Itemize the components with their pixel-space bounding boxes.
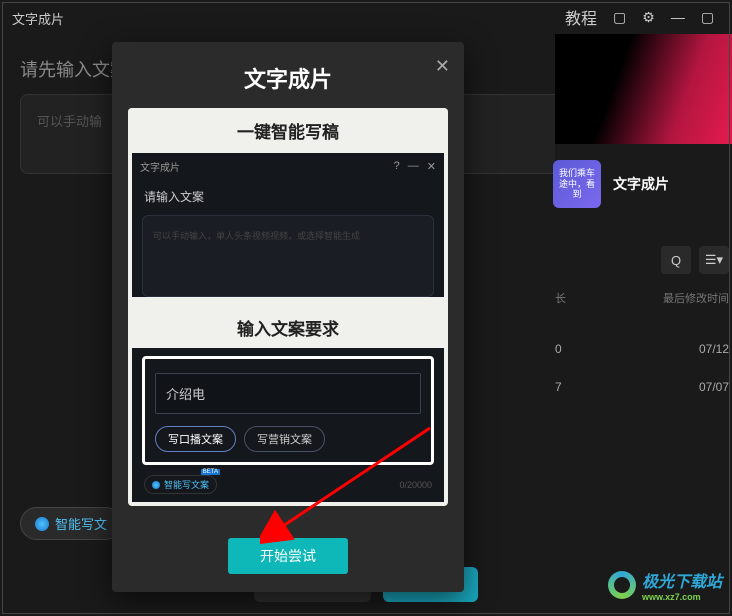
cell-duration: 0 bbox=[555, 342, 562, 356]
preview-block1: 文字成片 ? — ✕ 请输入文案 可以手动输入，单人头条视频视频，或选择智能生成 bbox=[132, 153, 444, 297]
mini-smart-label: 智能写文案 bbox=[164, 478, 209, 491]
smart-write-button[interactable]: 智能写文 B bbox=[20, 507, 122, 540]
cell-date: 07/07 bbox=[699, 380, 729, 394]
modal-close-icon[interactable]: ✕ bbox=[435, 56, 450, 77]
maximize-icon[interactable]: ▢ bbox=[701, 9, 714, 26]
mini-smart-button: 智能写文案 BETA bbox=[144, 475, 217, 494]
demo-input: 介绍电 bbox=[155, 373, 421, 414]
feature-thumbnail: 我们乘车途中，看到 bbox=[553, 160, 601, 208]
data-rows: 0 07/12 7 07/07 bbox=[555, 330, 729, 406]
mini-help-icon: ? bbox=[394, 160, 400, 173]
preview-image: 一键智能写稿 文字成片 ? — ✕ 请输入文案 可以手动输入，单人头条视频视频，… bbox=[128, 108, 448, 506]
cell-date: 07/12 bbox=[699, 342, 729, 356]
mini-ghost-text: 可以手动输入，单人头条视频视频，或选择智能生成 bbox=[153, 231, 360, 241]
table-row[interactable]: 7 07/07 bbox=[555, 368, 729, 406]
modal-body: 一键智能写稿 文字成片 ? — ✕ 请输入文案 可以手动输入，单人头条视频视频，… bbox=[112, 108, 464, 522]
input-placeholder: 可以手动输 bbox=[37, 114, 102, 129]
sort-icon[interactable]: ☰▾ bbox=[699, 246, 729, 274]
cell-duration: 7 bbox=[555, 380, 562, 394]
col-modified: 最后修改时间 bbox=[663, 290, 729, 306]
modal-header: 文字成片 ✕ bbox=[112, 42, 464, 108]
smart-dot-icon bbox=[35, 517, 49, 531]
chat-icon[interactable]: ▢ bbox=[613, 9, 626, 26]
mini-title: 文字成片 bbox=[140, 159, 180, 174]
start-try-button[interactable]: 开始尝试 bbox=[228, 538, 348, 574]
watermark: 极光下载站 www.xz7.com bbox=[608, 568, 722, 602]
mini-titlebar: 文字成片 ? — ✕ bbox=[132, 153, 444, 180]
watermark-text: 极光下载站 bbox=[642, 574, 722, 591]
section1-title: 一键智能写稿 bbox=[128, 108, 448, 153]
mini-input-card: 可以手动输入，单人头条视频视频，或选择智能生成 bbox=[142, 215, 434, 297]
feature-card[interactable]: 我们乘车途中，看到 文字成片 bbox=[553, 160, 669, 208]
watermark-logo-icon bbox=[608, 571, 636, 599]
mini-prompt: 请输入文案 bbox=[132, 180, 444, 211]
chip-marketing: 写营销文案 bbox=[244, 426, 325, 452]
section2-title: 输入文案要求 bbox=[128, 307, 448, 348]
onboarding-modal: 文字成片 ✕ 一键智能写稿 文字成片 ? — ✕ 请输入文案 可以手动输入，单人… bbox=[112, 42, 464, 592]
settings-icon[interactable]: ⚙ bbox=[642, 9, 655, 26]
banner-gradient bbox=[555, 34, 732, 144]
table-row[interactable]: 0 07/12 bbox=[555, 330, 729, 368]
minimize-icon[interactable]: — bbox=[671, 9, 685, 25]
chip-script: 写口播文案 bbox=[155, 426, 236, 452]
tutorial-label[interactable]: 教程 bbox=[565, 5, 597, 29]
feature-label: 文字成片 bbox=[613, 174, 669, 194]
right-top-strip: 教程 ▢ ⚙ — ▢ bbox=[555, 0, 732, 34]
modal-title: 文字成片 bbox=[244, 62, 332, 94]
column-headers: 长 最后修改时间 bbox=[555, 290, 729, 306]
window-title: 文字成片 bbox=[12, 9, 64, 28]
mini-dot-icon bbox=[152, 481, 160, 489]
highlighted-input-frame: 介绍电 写口播文案 写营销文案 bbox=[142, 356, 434, 465]
right-toolbar: Q ☰▾ bbox=[661, 246, 729, 274]
preview-block2: 介绍电 写口播文案 写营销文案 智能写文案 BETA 0/20000 bbox=[132, 348, 444, 502]
mini-smart-row: 智能写文案 BETA 0/20000 bbox=[132, 475, 444, 502]
search-icon[interactable]: Q bbox=[661, 246, 691, 274]
right-panel: 教程 ▢ ⚙ — ▢ 我们乘车途中，看到 文字成片 Q ☰▾ 长 最后修改时间 … bbox=[555, 0, 732, 616]
mini-beta-badge: BETA bbox=[201, 469, 220, 475]
col-duration: 长 bbox=[555, 290, 566, 306]
mini-controls: ? — ✕ bbox=[394, 160, 436, 173]
smart-write-label: 智能写文 bbox=[55, 514, 107, 533]
mini-counter: 0/20000 bbox=[399, 480, 432, 490]
mini-close-icon: ✕ bbox=[427, 160, 436, 173]
watermark-url: www.xz7.com bbox=[642, 592, 722, 602]
chip-row: 写口播文案 写营销文案 bbox=[155, 426, 421, 452]
mini-minimize-icon: — bbox=[408, 160, 419, 173]
